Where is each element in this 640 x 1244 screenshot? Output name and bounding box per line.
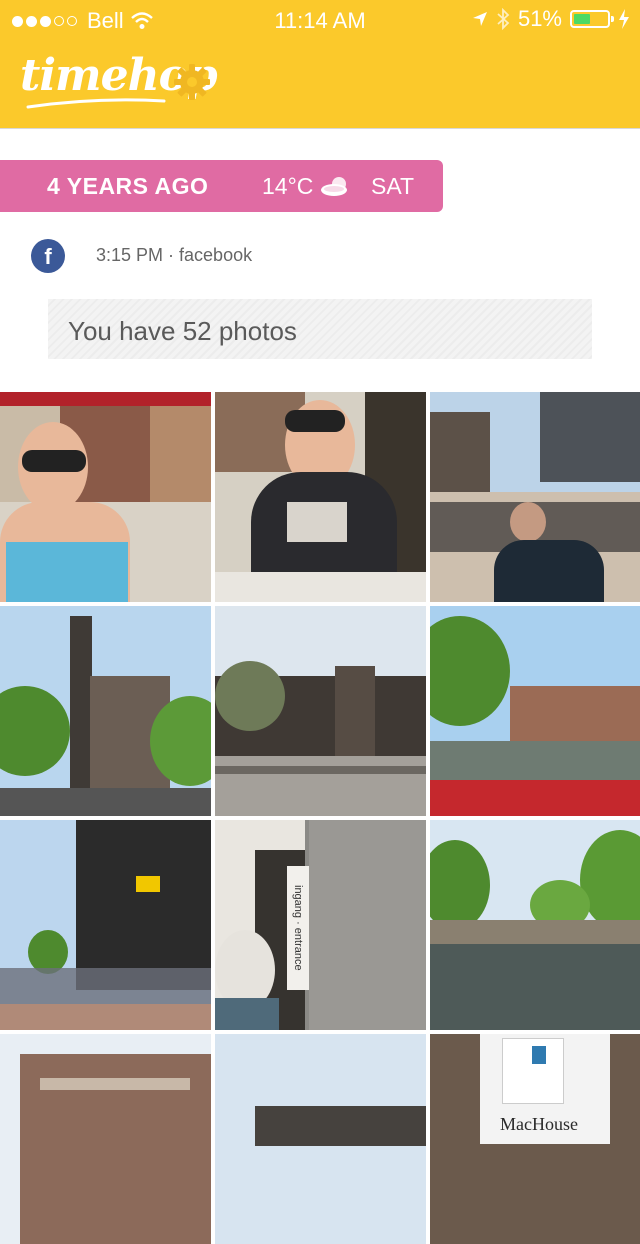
photo-old-building[interactable] — [0, 1034, 211, 1244]
charging-bolt-icon — [619, 9, 629, 29]
entrance-sign-text: ingang · entrance — [287, 866, 309, 990]
post-meta: 3:15 PM · facebook — [96, 245, 253, 265]
photo-sky-rooftop[interactable] — [215, 1034, 426, 1244]
logo-swoosh — [26, 98, 166, 109]
facebook-icon[interactable]: f — [31, 239, 65, 273]
photo-count-banner[interactable]: You have 52 photos — [48, 299, 592, 359]
app-header: Bell 11:14 AM 51% timehop — [0, 0, 640, 129]
photo-count-label: You have 52 photos — [68, 316, 297, 346]
bluetooth-icon — [497, 8, 510, 30]
photo-woman-street[interactable] — [0, 392, 211, 602]
gear-icon[interactable] — [172, 62, 212, 102]
photo-entrance-sign[interactable]: ingang · entrance — [215, 820, 426, 1030]
photo-church-tower[interactable] — [0, 606, 211, 816]
photo-canal-fence[interactable] — [430, 606, 640, 816]
photo-woman-table[interactable] — [215, 392, 426, 602]
photo-canal-boats[interactable] — [430, 820, 640, 1030]
photo-machouse-sign[interactable]: MacHouse — [430, 1034, 640, 1244]
photo-square-crowd[interactable] — [430, 392, 640, 602]
weekday-label: SAT — [371, 173, 415, 199]
photo-queue-street[interactable] — [0, 820, 211, 1030]
machouse-sign-text: MacHouse — [500, 1114, 578, 1134]
years-ago-label: 4 YEARS AGO — [47, 173, 209, 199]
location-arrow-icon — [472, 12, 487, 26]
battery-percent: 51% — [517, 6, 562, 31]
day-banner: 4 YEARS AGO 14°C SAT — [0, 160, 443, 212]
photo-canal-houses[interactable] — [215, 606, 426, 816]
status-bar: Bell 11:14 AM 51% — [0, 0, 640, 40]
temperature-label: 14°C — [262, 173, 314, 199]
cloudy-icon — [321, 177, 347, 196]
battery-icon — [570, 10, 614, 28]
